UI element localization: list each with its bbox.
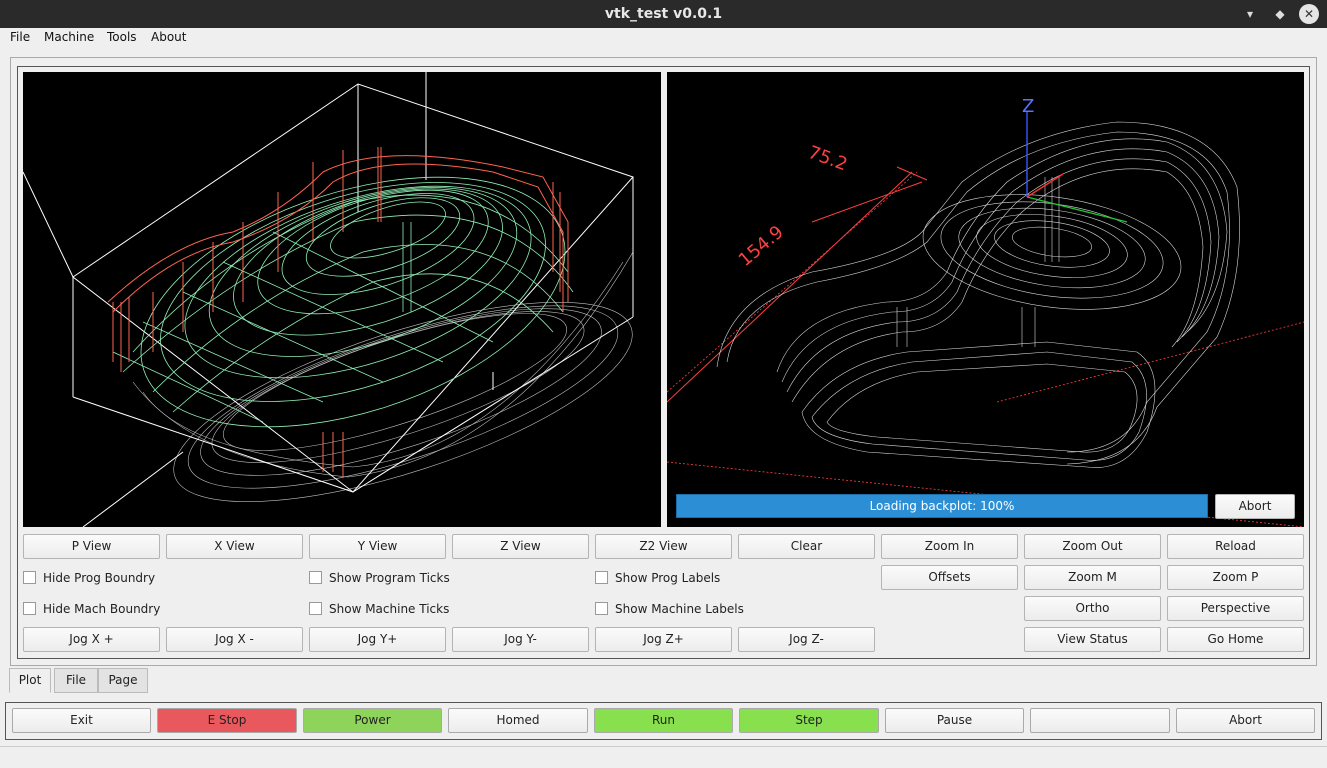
checkbox-label: Hide Prog Boundry: [43, 571, 156, 585]
zoom-m-button[interactable]: Zoom M: [1024, 565, 1161, 590]
tab-plot[interactable]: Plot: [9, 668, 51, 693]
offsets-button[interactable]: Offsets: [881, 565, 1018, 590]
checkbox-box[interactable]: [595, 571, 608, 584]
jog-z-plus-button[interactable]: Jog Z+: [595, 627, 732, 652]
view-status-button[interactable]: View Status: [1024, 627, 1161, 652]
show-machine-labels-checkbox[interactable]: Show Machine Labels: [595, 601, 744, 617]
dimension-label-x: 75.2: [805, 142, 850, 175]
perspective-button[interactable]: Perspective: [1167, 596, 1304, 621]
status-bar: [0, 746, 1327, 768]
backplot-viewport-right[interactable]: Z 75.2 154.9: [667, 72, 1304, 527]
abort-button[interactable]: Abort: [1176, 708, 1315, 733]
reload-button[interactable]: Reload: [1167, 534, 1304, 559]
checkbox-box[interactable]: [23, 571, 36, 584]
dimension-label-y: 154.9: [735, 222, 788, 271]
zoom-p-button[interactable]: Zoom P: [1167, 565, 1304, 590]
x-view-button[interactable]: X View: [166, 534, 303, 559]
checkbox-box[interactable]: [309, 571, 322, 584]
axis-label-z: Z: [1022, 96, 1034, 117]
zoom-in-button[interactable]: Zoom In: [881, 534, 1018, 559]
jog-y-plus-button[interactable]: Jog Y+: [309, 627, 446, 652]
maximize-icon[interactable]: ◆: [1270, 4, 1290, 24]
pause-button[interactable]: Pause: [885, 708, 1024, 733]
power-button[interactable]: Power: [303, 708, 442, 733]
hide-mach-boundry-checkbox[interactable]: Hide Mach Boundry: [23, 601, 160, 617]
jog-x-minus-button[interactable]: Jog X -: [166, 627, 303, 652]
checkbox-box[interactable]: [23, 602, 36, 615]
menu-file[interactable]: File: [10, 30, 30, 44]
ortho-button[interactable]: Ortho: [1024, 596, 1161, 621]
p-view-button[interactable]: P View: [23, 534, 160, 559]
minimize-icon[interactable]: ▾: [1240, 4, 1260, 24]
show-program-ticks-checkbox[interactable]: Show Program Ticks: [309, 570, 450, 586]
blank-button[interactable]: [1030, 708, 1170, 733]
backplot-progress-bar: Loading backplot: 100%: [676, 494, 1208, 518]
title-bar: vtk_test v0.0.1 ▾ ◆ ✕: [0, 0, 1327, 28]
checkbox-label: Hide Mach Boundry: [43, 602, 161, 616]
e-stop-button[interactable]: E Stop: [157, 708, 297, 733]
menu-tools[interactable]: Tools: [107, 30, 137, 44]
menu-about[interactable]: About: [151, 30, 186, 44]
zoom-out-button[interactable]: Zoom Out: [1024, 534, 1161, 559]
checkbox-label: Show Program Ticks: [329, 571, 450, 585]
checkbox-box[interactable]: [309, 602, 322, 615]
jog-y-minus-button[interactable]: Jog Y-: [452, 627, 589, 652]
close-icon[interactable]: ✕: [1299, 4, 1319, 24]
hide-prog-boundry-checkbox[interactable]: Hide Prog Boundry: [23, 570, 155, 586]
toolpath-wireframe-right: Z 75.2 154.9: [667, 96, 1304, 527]
go-home-button[interactable]: Go Home: [1167, 627, 1304, 652]
exit-button[interactable]: Exit: [12, 708, 151, 733]
step-button[interactable]: Step: [739, 708, 879, 733]
show-prog-labels-checkbox[interactable]: Show Prog Labels: [595, 570, 720, 586]
show-machine-ticks-checkbox[interactable]: Show Machine Ticks: [309, 601, 449, 617]
jog-z-minus-button[interactable]: Jog Z-: [738, 627, 875, 652]
menu-bar: File Machine Tools About: [0, 28, 1327, 48]
checkbox-box[interactable]: [595, 602, 608, 615]
clear-button[interactable]: Clear: [738, 534, 875, 559]
tab-page[interactable]: Page: [98, 668, 148, 693]
run-button[interactable]: Run: [594, 708, 733, 733]
z2-view-button[interactable]: Z2 View: [595, 534, 732, 559]
abort-backplot-button[interactable]: Abort: [1215, 494, 1295, 519]
toolpath-wireframe-left: [23, 72, 634, 527]
homed-button[interactable]: Homed: [448, 708, 588, 733]
checkbox-label: Show Machine Labels: [615, 602, 744, 616]
window-title: vtk_test v0.0.1: [604, 6, 723, 22]
checkbox-label: Show Machine Ticks: [329, 602, 450, 616]
y-view-button[interactable]: Y View: [309, 534, 446, 559]
z-view-button[interactable]: Z View: [452, 534, 589, 559]
tab-file[interactable]: File: [54, 668, 98, 693]
checkbox-label: Show Prog Labels: [615, 571, 721, 585]
jog-x-plus-button[interactable]: Jog X +: [23, 627, 160, 652]
backplot-viewport-left[interactable]: [23, 72, 661, 527]
menu-machine[interactable]: Machine: [44, 30, 94, 44]
